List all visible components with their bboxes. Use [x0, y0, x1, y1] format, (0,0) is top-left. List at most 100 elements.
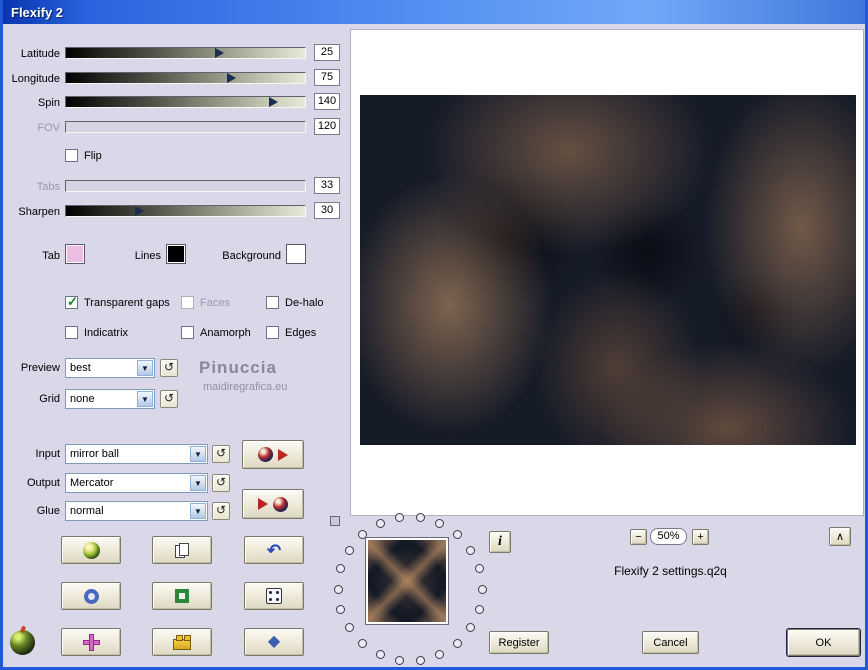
ring-dot: [333, 584, 343, 594]
background-color-label: Background: [222, 250, 281, 262]
fov-value[interactable]: 120: [314, 118, 340, 135]
dice-icon: [266, 588, 282, 604]
title-bar[interactable]: Flexify 2: [3, 0, 865, 24]
latitude-slider[interactable]: [65, 47, 306, 59]
undo-tool-button[interactable]: ↶: [244, 536, 304, 564]
globe-icon: [82, 541, 100, 559]
tab-color-label: Tab: [42, 250, 60, 262]
latitude-value[interactable]: 25: [314, 44, 340, 61]
spin-slider-handle[interactable]: [268, 97, 278, 107]
gem-tool-button[interactable]: ◆: [244, 628, 304, 656]
square-tool-button[interactable]: [152, 582, 212, 610]
navigator-thumbnail[interactable]: [365, 537, 449, 625]
preview-image[interactable]: [360, 95, 856, 445]
grid-combo-value: none: [70, 393, 95, 405]
ring-dot: [435, 649, 445, 659]
ring-dot: [474, 564, 484, 574]
copy-icon: [175, 542, 189, 558]
sharpen-slider[interactable]: [65, 205, 306, 217]
faces-label: Faces: [200, 297, 230, 309]
chevron-down-icon[interactable]: ▼: [190, 503, 206, 519]
lines-color-swatch[interactable]: [166, 244, 186, 264]
preview-combo[interactable]: best ▼: [65, 358, 155, 378]
input-combo-label: Input: [35, 448, 60, 460]
glue-combo-label: Glue: [36, 505, 60, 517]
ring-dot: [415, 655, 425, 665]
chevron-down-icon[interactable]: ▼: [137, 360, 153, 376]
chevron-down-icon[interactable]: ▼: [190, 446, 206, 462]
input-reset-button[interactable]: ↺: [212, 445, 230, 463]
gem-icon: ◆: [267, 633, 281, 650]
ring-dot: [358, 638, 368, 648]
tab-color-swatch[interactable]: [65, 244, 85, 264]
input-combo[interactable]: mirror ball ▼: [65, 444, 208, 464]
transparent-gaps-label: Transparent gaps: [84, 297, 170, 309]
latitude-slider-handle[interactable]: [214, 48, 224, 58]
flexify-dialog: Flexify 2 Latitude 25 Longitude 75 Spin …: [0, 0, 868, 670]
ring-dot: [415, 513, 425, 523]
transparent-gaps-checkbox[interactable]: [65, 294, 78, 310]
ring-dot: [452, 638, 462, 648]
register-button[interactable]: Register: [489, 631, 549, 654]
edges-checkbox[interactable]: [266, 326, 279, 339]
ring-dot: [395, 513, 405, 523]
fov-slider: [65, 121, 306, 133]
flip-checkbox[interactable]: [65, 149, 78, 162]
grid-combo[interactable]: none ▼: [65, 389, 155, 409]
anamorph-label: Anamorph: [200, 327, 251, 339]
background-color-swatch[interactable]: [286, 244, 306, 264]
chevron-down-icon[interactable]: ▼: [137, 391, 153, 407]
bomb-button[interactable]: [10, 630, 35, 655]
longitude-slider-handle[interactable]: [226, 73, 236, 83]
cancel-button[interactable]: Cancel: [642, 631, 699, 654]
fov-label: FOV: [37, 122, 60, 134]
sphere-icon: [273, 496, 288, 512]
spin-slider[interactable]: [65, 96, 306, 108]
indicatrix-label: Indicatrix: [84, 327, 129, 339]
anamorph-checkbox[interactable]: [181, 326, 194, 339]
plus-icon: [82, 633, 100, 651]
chevron-down-icon[interactable]: ▼: [190, 475, 206, 491]
indicatrix-checkbox[interactable]: [65, 326, 78, 339]
ring-dot: [466, 545, 476, 555]
grid-combo-label: Grid: [39, 393, 60, 405]
edges-label: Edges: [285, 327, 317, 339]
lines-color-label: Lines: [134, 250, 161, 262]
globe-tool-button[interactable]: [61, 536, 121, 564]
ring-handle[interactable]: [330, 516, 340, 526]
flip-label: Flip: [84, 150, 102, 162]
sharpen-value[interactable]: 30: [314, 202, 340, 219]
longitude-label: Longitude: [11, 73, 60, 85]
zoom-out-button[interactable]: −: [630, 529, 647, 545]
tabs-value[interactable]: 33: [314, 177, 340, 194]
play-icon: [278, 448, 288, 461]
sharpen-label: Sharpen: [18, 206, 60, 218]
info-button[interactable]: i: [489, 531, 511, 553]
spin-value[interactable]: 140: [314, 93, 340, 110]
glue-combo[interactable]: normal ▼: [65, 501, 208, 521]
apply-reverse-button[interactable]: [242, 489, 304, 519]
de-halo-checkbox[interactable]: [266, 296, 279, 309]
longitude-value[interactable]: 75: [314, 69, 340, 86]
ok-button[interactable]: OK: [787, 629, 860, 656]
lego-tool-button[interactable]: [152, 628, 212, 656]
longitude-slider[interactable]: [65, 72, 306, 84]
zoom-in-button[interactable]: +: [692, 529, 709, 545]
grid-reset-button[interactable]: ↺: [160, 390, 178, 408]
info-icon: i: [498, 534, 502, 549]
plus-tool-button[interactable]: [61, 628, 121, 656]
copy-tool-button[interactable]: [152, 536, 212, 564]
output-reset-button[interactable]: ↺: [212, 474, 230, 492]
latitude-label: Latitude: [20, 48, 60, 60]
ring-dot: [375, 649, 385, 659]
preview-reset-button[interactable]: ↺: [160, 359, 178, 377]
ring-dot: [336, 604, 346, 614]
collapse-button[interactable]: ∧: [829, 527, 851, 546]
sphere-icon: [258, 447, 273, 462]
glue-reset-button[interactable]: ↺: [212, 502, 230, 520]
output-combo[interactable]: Mercator ▼: [65, 473, 208, 493]
apply-forward-button[interactable]: [242, 440, 304, 469]
sharpen-slider-handle[interactable]: [134, 206, 144, 216]
ring-tool-button[interactable]: [61, 582, 121, 610]
dice-tool-button[interactable]: [244, 582, 304, 610]
